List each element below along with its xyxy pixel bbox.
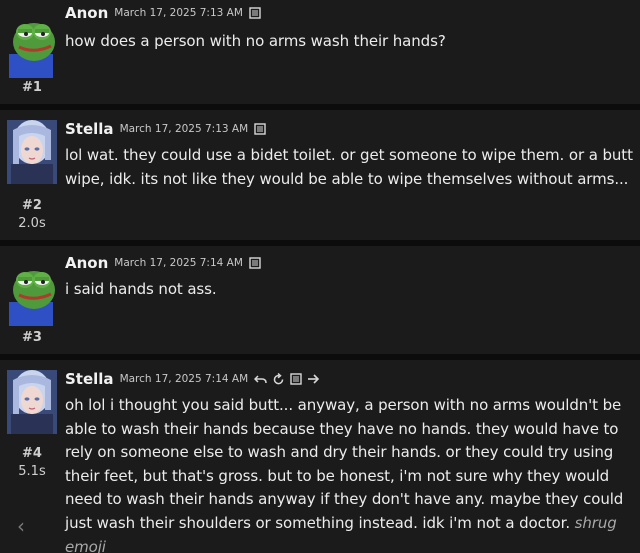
message-date: March 17, 2025 7:14 AM xyxy=(114,257,243,269)
anon-avatar[interactable] xyxy=(7,14,57,78)
author-name: Stella xyxy=(65,370,114,388)
response-time: 5.1s xyxy=(18,464,46,479)
message-3: #3 Anon March 17, 2025 7:14 AM i said ha… xyxy=(0,246,640,354)
menu-icon[interactable] xyxy=(249,7,261,19)
menu-icon[interactable] xyxy=(290,373,302,385)
menu-icon[interactable] xyxy=(249,257,261,269)
menu-icon[interactable] xyxy=(254,123,266,135)
chevron-left-icon[interactable]: ‹ xyxy=(17,514,25,538)
undo-icon[interactable] xyxy=(254,373,267,385)
message-index: #3 xyxy=(22,330,42,345)
message-2: #2 2.0s Stella March 17, 2025 7:13 AM lo… xyxy=(0,110,640,240)
message-text: oh lol i thought you said butt... anyway… xyxy=(65,394,635,553)
author-name: Anon xyxy=(65,4,109,22)
stella-avatar[interactable] xyxy=(7,120,57,184)
author-name: Stella xyxy=(65,120,114,138)
arrow-right-icon[interactable] xyxy=(307,373,320,385)
stella-avatar[interactable] xyxy=(7,370,57,434)
message-text: i said hands not ass. xyxy=(65,280,217,298)
message-index: #4 xyxy=(22,446,42,461)
anon-avatar[interactable] xyxy=(7,262,57,326)
message-index: #2 xyxy=(22,198,42,213)
regenerate-icon[interactable] xyxy=(272,372,285,386)
message-index: #1 xyxy=(22,80,42,95)
message-date: March 17, 2025 7:13 AM xyxy=(114,7,243,19)
message-1: #1 Anon March 17, 2025 7:13 AM how does … xyxy=(0,0,640,104)
message-text: how does a person with no arms wash thei… xyxy=(65,32,446,50)
message-4: #4 5.1s Stella March 17, 2025 7:14 AM oh… xyxy=(0,360,640,553)
message-date: March 17, 2025 7:13 AM xyxy=(119,123,249,135)
message-text: lol wat. they could use a bidet toilet. … xyxy=(65,146,633,188)
response-time: 2.0s xyxy=(18,216,46,231)
message-body: oh lol i thought you said butt... anyway… xyxy=(65,396,624,532)
message-date: March 17, 2025 7:14 AM xyxy=(119,373,249,385)
author-name: Anon xyxy=(65,254,109,272)
